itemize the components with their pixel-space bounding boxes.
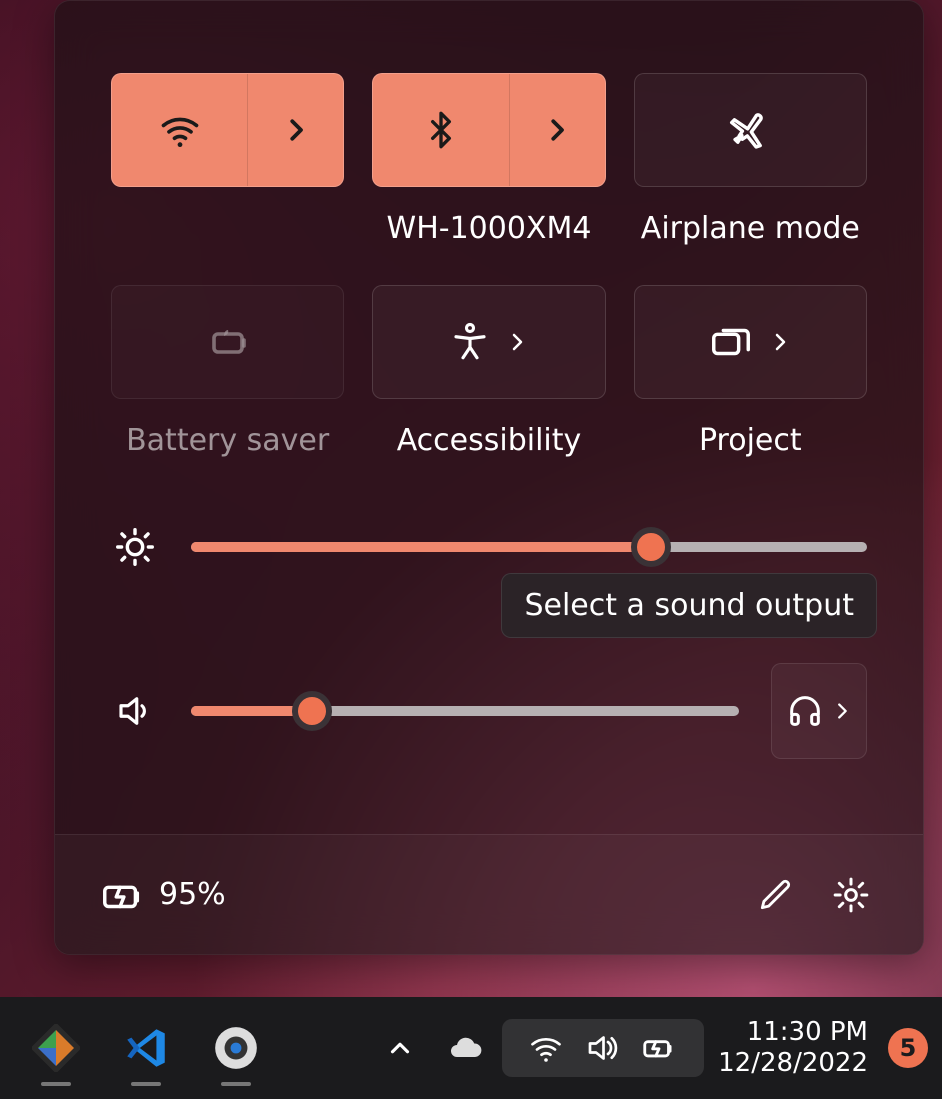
quick-settings-panel: WH-1000XM4 Airplane mode — [54, 0, 924, 955]
tile-battery-saver-label: Battery saver — [126, 423, 329, 463]
chevron-right-icon — [542, 115, 572, 145]
taskbar-app-vscode[interactable] — [104, 1006, 188, 1090]
volume-slider-thumb[interactable] — [292, 691, 332, 731]
clock-time: 11:30 PM — [747, 1017, 868, 1048]
accessibility-icon — [449, 321, 491, 363]
tile-airplane-wrap: Airplane mode — [634, 73, 867, 251]
taskbar-clock[interactable]: 11:30 PM 12/28/2022 — [710, 1017, 876, 1079]
headphones-icon — [785, 691, 825, 731]
notification-badge[interactable]: 5 — [888, 1028, 928, 1068]
brightness-slider[interactable] — [191, 542, 867, 552]
battery-charging-icon — [640, 1029, 678, 1067]
open-settings-button[interactable] — [823, 867, 879, 923]
battery-saver-icon — [204, 318, 252, 366]
project-icon — [708, 319, 754, 365]
chevron-up-icon — [385, 1033, 415, 1063]
volume-slider[interactable] — [191, 706, 739, 716]
tile-accessibility-label: Accessibility — [397, 423, 582, 463]
tile-wifi-expand[interactable] — [247, 74, 343, 186]
brightness-slider-thumb[interactable] — [631, 527, 671, 567]
tile-bluetooth-wrap: WH-1000XM4 — [372, 73, 605, 251]
wifi-icon — [528, 1030, 564, 1066]
taskbar-app-1[interactable] — [14, 1006, 98, 1090]
tile-battery-saver[interactable] — [111, 285, 344, 399]
sound-output-button[interactable] — [771, 663, 867, 759]
quick-settings-footer: 95% — [55, 834, 923, 954]
tile-bluetooth-label: WH-1000XM4 — [387, 211, 592, 251]
tile-project-wrap: Project — [634, 285, 867, 463]
airplane-icon — [727, 107, 773, 153]
tile-accessibility-wrap: Accessibility — [372, 285, 605, 463]
settings-app-icon — [211, 1023, 261, 1073]
tile-bluetooth-toggle[interactable] — [373, 74, 508, 186]
sound-output-tooltip: Select a sound output — [501, 573, 877, 638]
tile-battery-saver-wrap: Battery saver — [111, 285, 344, 463]
edit-quick-settings-button[interactable] — [747, 867, 803, 923]
tile-project[interactable] — [634, 285, 867, 399]
taskbar-app-settings[interactable] — [194, 1006, 278, 1090]
tile-wifi[interactable] — [111, 73, 344, 187]
cloud-icon — [448, 1030, 484, 1066]
clock-date: 12/28/2022 — [718, 1048, 868, 1079]
tile-wifi-wrap — [111, 73, 344, 251]
battery-percent-label: 95% — [159, 877, 226, 912]
tile-wifi-toggle[interactable] — [112, 74, 247, 186]
app-icon — [32, 1024, 80, 1072]
wifi-icon — [158, 108, 202, 152]
vscode-icon — [121, 1023, 171, 1073]
taskbar-overflow-button[interactable] — [370, 1006, 430, 1090]
chevron-right-icon — [505, 330, 529, 354]
tile-airplane[interactable] — [634, 73, 867, 187]
tile-accessibility[interactable] — [372, 285, 605, 399]
battery-status[interactable]: 95% — [99, 872, 226, 918]
volume-icon — [584, 1030, 620, 1066]
quick-settings-tiles: WH-1000XM4 Airplane mode — [55, 1, 923, 483]
tile-bluetooth-expand[interactable] — [509, 74, 605, 186]
brightness-slider-row — [111, 523, 867, 571]
tile-project-label: Project — [699, 423, 802, 463]
taskbar-system-tray[interactable] — [502, 1019, 704, 1077]
taskbar-onedrive[interactable] — [436, 1006, 496, 1090]
gear-icon — [831, 875, 871, 915]
volume-slider-row: Select a sound output — [111, 663, 867, 759]
bluetooth-icon — [421, 110, 461, 150]
sliders-region: Select a sound output — [55, 483, 923, 809]
tile-bluetooth[interactable] — [372, 73, 605, 187]
tile-airplane-label: Airplane mode — [641, 211, 860, 251]
pencil-icon — [756, 876, 794, 914]
taskbar: 11:30 PM 12/28/2022 5 — [0, 997, 942, 1099]
chevron-right-icon — [831, 700, 853, 722]
chevron-right-icon — [281, 115, 311, 145]
chevron-right-icon — [768, 330, 792, 354]
volume-icon — [111, 687, 159, 735]
brightness-icon — [111, 523, 159, 571]
battery-charging-icon — [99, 872, 145, 918]
